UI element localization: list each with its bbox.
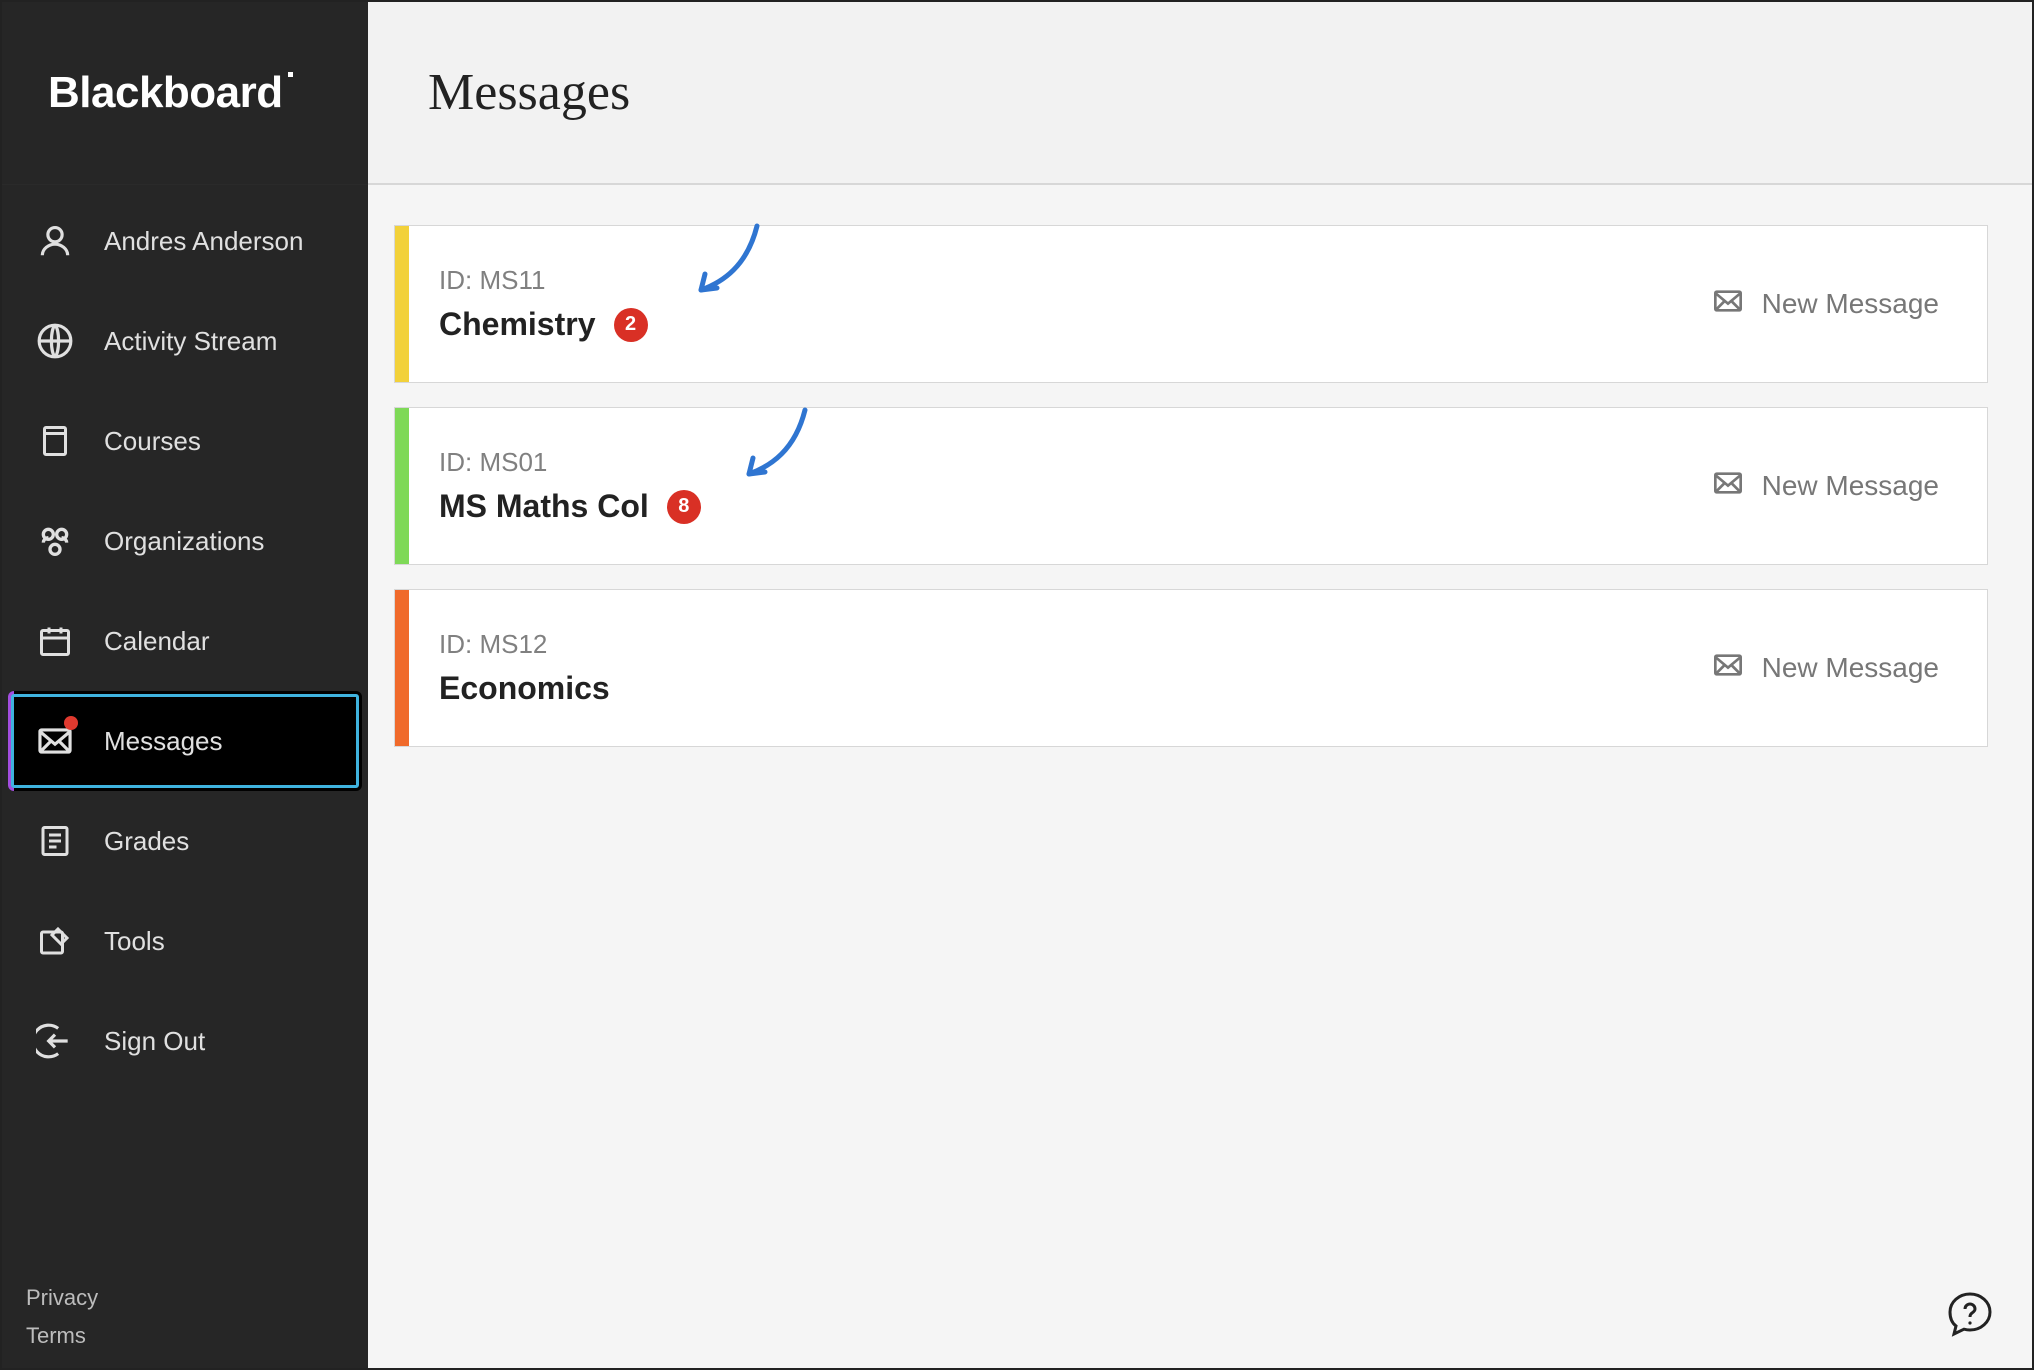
edit-icon (34, 920, 76, 962)
sidebar-item-label: Grades (104, 826, 189, 857)
sidebar-item-calendar[interactable]: Calendar (2, 591, 368, 691)
footer-terms-link[interactable]: Terms (26, 1317, 368, 1354)
user-icon (34, 220, 76, 262)
sidebar-item-label: Courses (104, 426, 201, 457)
course-id: ID: MS01 (439, 447, 701, 478)
new-message-label: New Message (1762, 652, 1939, 684)
sidebar-item-tools[interactable]: Tools (2, 891, 368, 991)
new-message-button[interactable]: New Message (1712, 467, 1939, 506)
new-message-button[interactable]: New Message (1712, 649, 1939, 688)
brand-area: Blackboard (2, 2, 368, 185)
envelope-icon (1712, 467, 1744, 506)
new-message-button[interactable]: New Message (1712, 285, 1939, 324)
course-name: Economics (439, 670, 610, 707)
course-name: Chemistry (439, 306, 596, 343)
course-color-stripe (395, 408, 409, 564)
course-color-stripe (395, 226, 409, 382)
sidebar-item-label: Organizations (104, 526, 264, 557)
sidebar-item-organizations[interactable]: Organizations (2, 491, 368, 591)
page-title: Messages (428, 63, 630, 122)
course-card[interactable]: ID: MS01 MS Maths Col 8 New Message (394, 407, 1988, 565)
new-message-label: New Message (1762, 288, 1939, 320)
main-content: Messages ID: MS11 Chemistry 2 (368, 2, 2032, 1368)
unread-badge: 2 (614, 308, 648, 342)
course-card[interactable]: ID: MS12 Economics New Message (394, 589, 1988, 747)
page-header: Messages (368, 2, 2032, 185)
sidebar-item-grades[interactable]: Grades (2, 791, 368, 891)
course-id: ID: MS11 (439, 265, 648, 296)
notification-dot-icon (64, 716, 78, 730)
sidebar-item-label: Tools (104, 926, 165, 957)
sign-out-icon (34, 1020, 76, 1062)
help-button[interactable] (1946, 1290, 1994, 1338)
envelope-icon (1712, 649, 1744, 688)
course-name: MS Maths Col (439, 488, 649, 525)
sidebar-item-label: Messages (104, 726, 223, 757)
unread-badge: 8 (667, 490, 701, 524)
footer-links: Privacy Terms (2, 1259, 368, 1368)
brand-logo: Blackboard (48, 68, 283, 118)
course-card[interactable]: ID: MS11 Chemistry 2 New Message (394, 225, 1988, 383)
envelope-icon (1712, 285, 1744, 324)
new-message-label: New Message (1762, 470, 1939, 502)
footer-privacy-link[interactable]: Privacy (26, 1279, 368, 1316)
sidebar-item-label: Activity Stream (104, 326, 277, 357)
course-color-stripe (395, 590, 409, 746)
sidebar: Blackboard Andres Anderson Activity Stre… (2, 2, 368, 1368)
sidebar-item-sign-out[interactable]: Sign Out (2, 991, 368, 1091)
sidebar-item-label: Sign Out (104, 1026, 205, 1057)
people-icon (34, 520, 76, 562)
calendar-icon (34, 620, 76, 662)
envelope-icon (34, 720, 76, 762)
course-id: ID: MS12 (439, 629, 610, 660)
grades-icon (34, 820, 76, 862)
sidebar-item-messages[interactable]: Messages (8, 691, 362, 791)
sidebar-item-courses[interactable]: Courses (2, 391, 368, 491)
sidebar-item-activity-stream[interactable]: Activity Stream (2, 291, 368, 391)
primary-nav: Andres Anderson Activity Stream Courses … (2, 185, 368, 1259)
sidebar-item-label: Andres Anderson (104, 226, 303, 257)
book-icon (34, 420, 76, 462)
globe-icon (34, 320, 76, 362)
course-message-list: ID: MS11 Chemistry 2 New Message (368, 185, 2032, 747)
sidebar-item-profile[interactable]: Andres Anderson (2, 191, 368, 291)
sidebar-item-label: Calendar (104, 626, 210, 657)
